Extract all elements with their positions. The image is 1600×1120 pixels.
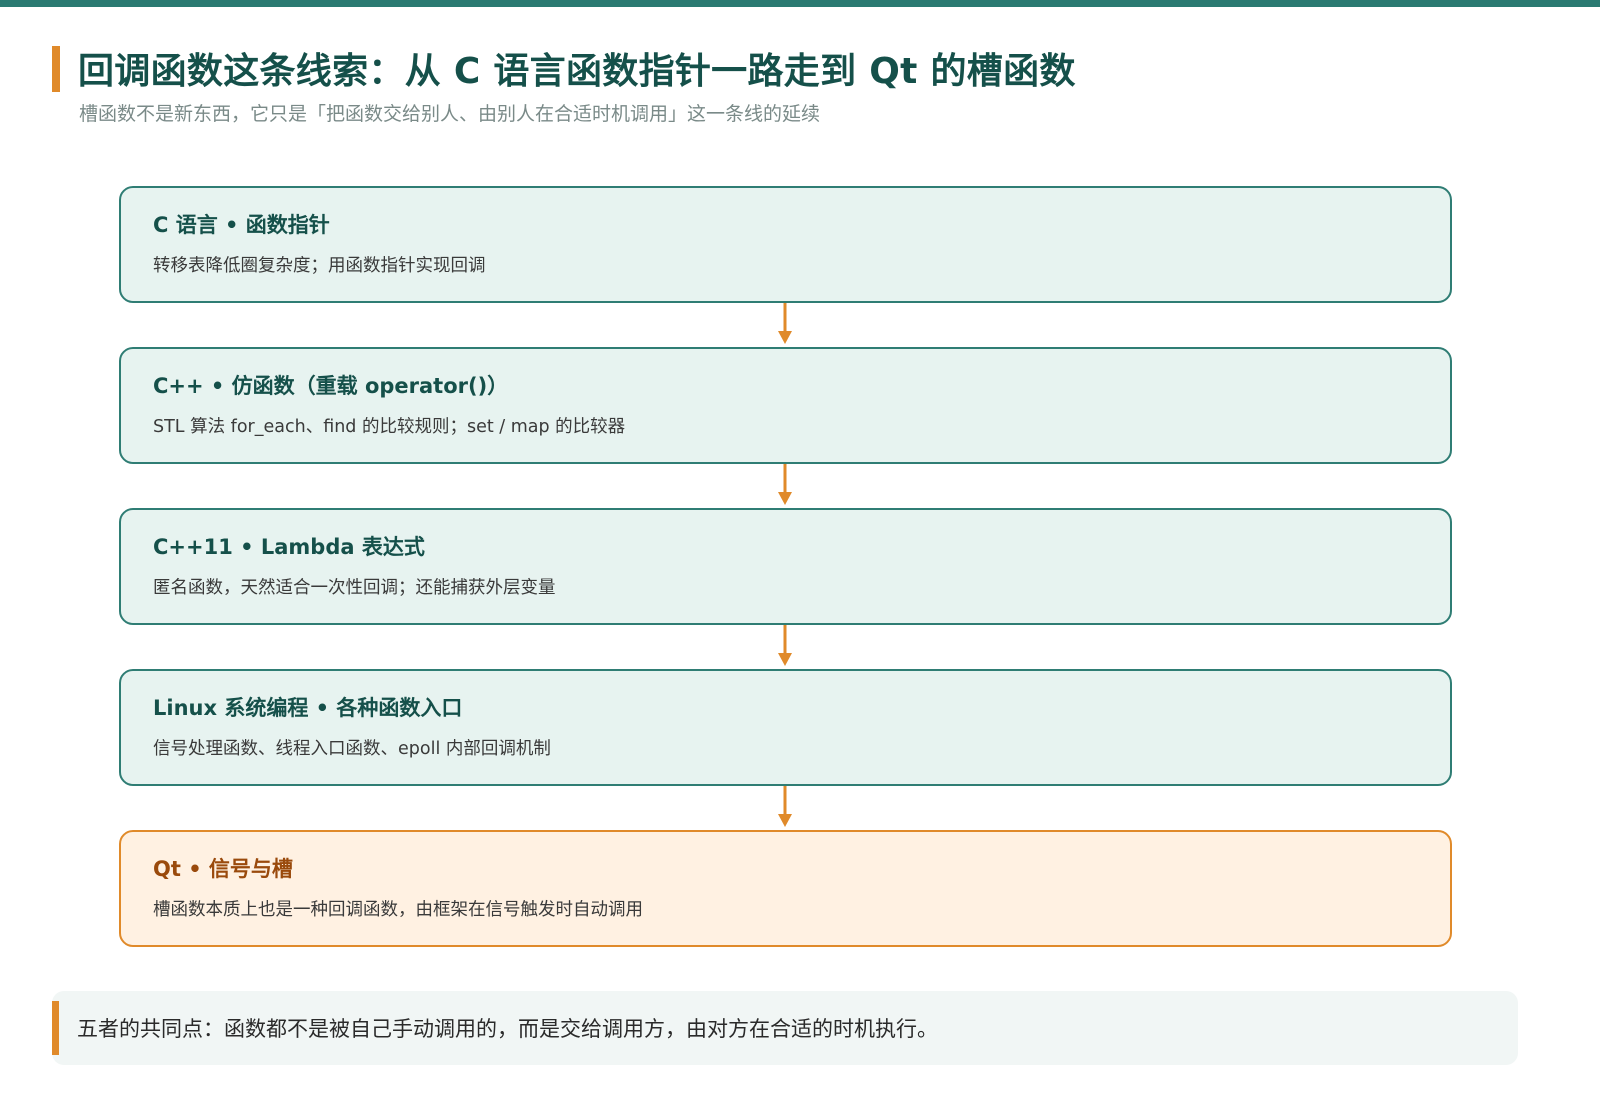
summary-note: 五者的共同点：函数都不是被自己手动调用的，而是交给调用方，由对方在合适的时机执行…: [52, 991, 1518, 1065]
stage-description: 匿名函数，天然适合一次性回调；还能捕获外层变量: [153, 578, 556, 598]
summary-note-text: 五者的共同点：函数都不是被自己手动调用的，而是交给调用方，由对方在合适的时机执行…: [77, 1017, 938, 1041]
flow-arrow: [119, 464, 1452, 508]
flow-arrow: [119, 625, 1452, 669]
stage-title: Linux 系统编程 • 各种函数入口: [153, 696, 463, 720]
top-accent-bar: [0, 0, 1600, 7]
callback-flow-diagram: C 语言 • 函数指针 转移表降低圈复杂度；用函数指针实现回调 C++ • 仿函…: [119, 186, 1452, 947]
stage-title: C++ • 仿函数（重载 operator()）: [153, 374, 509, 398]
flow-arrow: [119, 786, 1452, 830]
stage-description: 信号处理函数、线程入口函数、epoll 内部回调机制: [153, 739, 551, 759]
stage-card-cpp-functor: C++ • 仿函数（重载 operator()） STL 算法 for_each…: [119, 347, 1452, 464]
stage-card-cpp11-lambda: C++11 • Lambda 表达式 匿名函数，天然适合一次性回调；还能捕获外层…: [119, 508, 1452, 625]
stage-description: 槽函数本质上也是一种回调函数，由框架在信号触发时自动调用: [153, 900, 643, 920]
stage-card-linux-entry: Linux 系统编程 • 各种函数入口 信号处理函数、线程入口函数、epoll …: [119, 669, 1452, 786]
stage-card-c-function-pointer: C 语言 • 函数指针 转移表降低圈复杂度；用函数指针实现回调: [119, 186, 1452, 303]
page-subtitle: 槽函数不是新东西，它只是「把函数交给别人、由别人在合适时机调用」这一条线的延续: [79, 103, 821, 125]
arrow-down-icon: [778, 786, 792, 827]
flow-arrow: [119, 303, 1452, 347]
stage-title: C++11 • Lambda 表达式: [153, 535, 425, 559]
arrow-down-icon: [778, 303, 792, 344]
stage-description: 转移表降低圈复杂度；用函数指针实现回调: [153, 256, 486, 276]
page-title: 回调函数这条线索：从 C 语言函数指针一路走到 Qt 的槽函数: [78, 51, 1076, 92]
stage-card-qt-signal-slot: Qt • 信号与槽 槽函数本质上也是一种回调函数，由框架在信号触发时自动调用: [119, 830, 1452, 947]
arrow-down-icon: [778, 625, 792, 666]
arrow-down-icon: [778, 464, 792, 505]
stage-description: STL 算法 for_each、find 的比较规则；set / map 的比较…: [153, 417, 626, 437]
stage-title: C 语言 • 函数指针: [153, 213, 330, 237]
note-accent-bar: [52, 1001, 59, 1055]
stage-title: Qt • 信号与槽: [153, 857, 293, 881]
title-accent-bar: [52, 46, 60, 92]
